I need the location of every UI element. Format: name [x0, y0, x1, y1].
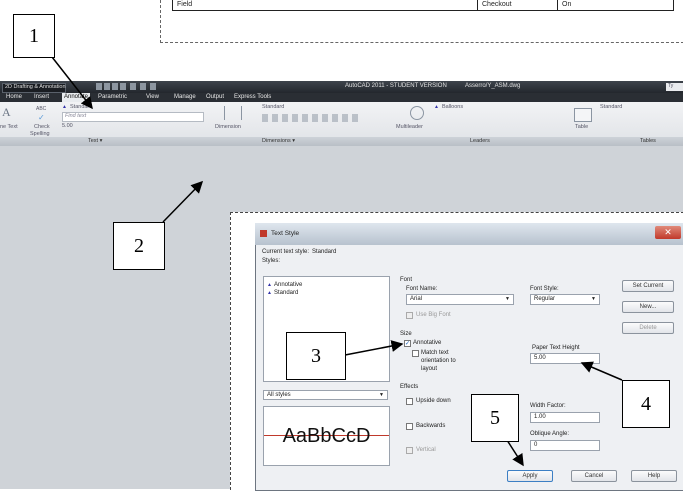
arrow-1: [51, 56, 93, 110]
arrow-3: [344, 340, 404, 356]
callout-arrows: [51, 56, 623, 467]
callout-5: 5: [471, 394, 519, 442]
callout-3: 3: [286, 332, 346, 380]
callout-2: 2: [113, 222, 165, 270]
callout-4: 4: [622, 380, 670, 428]
callout-1: 1: [13, 14, 55, 58]
arrow-2: [162, 180, 204, 223]
arrow-4: [580, 361, 623, 381]
